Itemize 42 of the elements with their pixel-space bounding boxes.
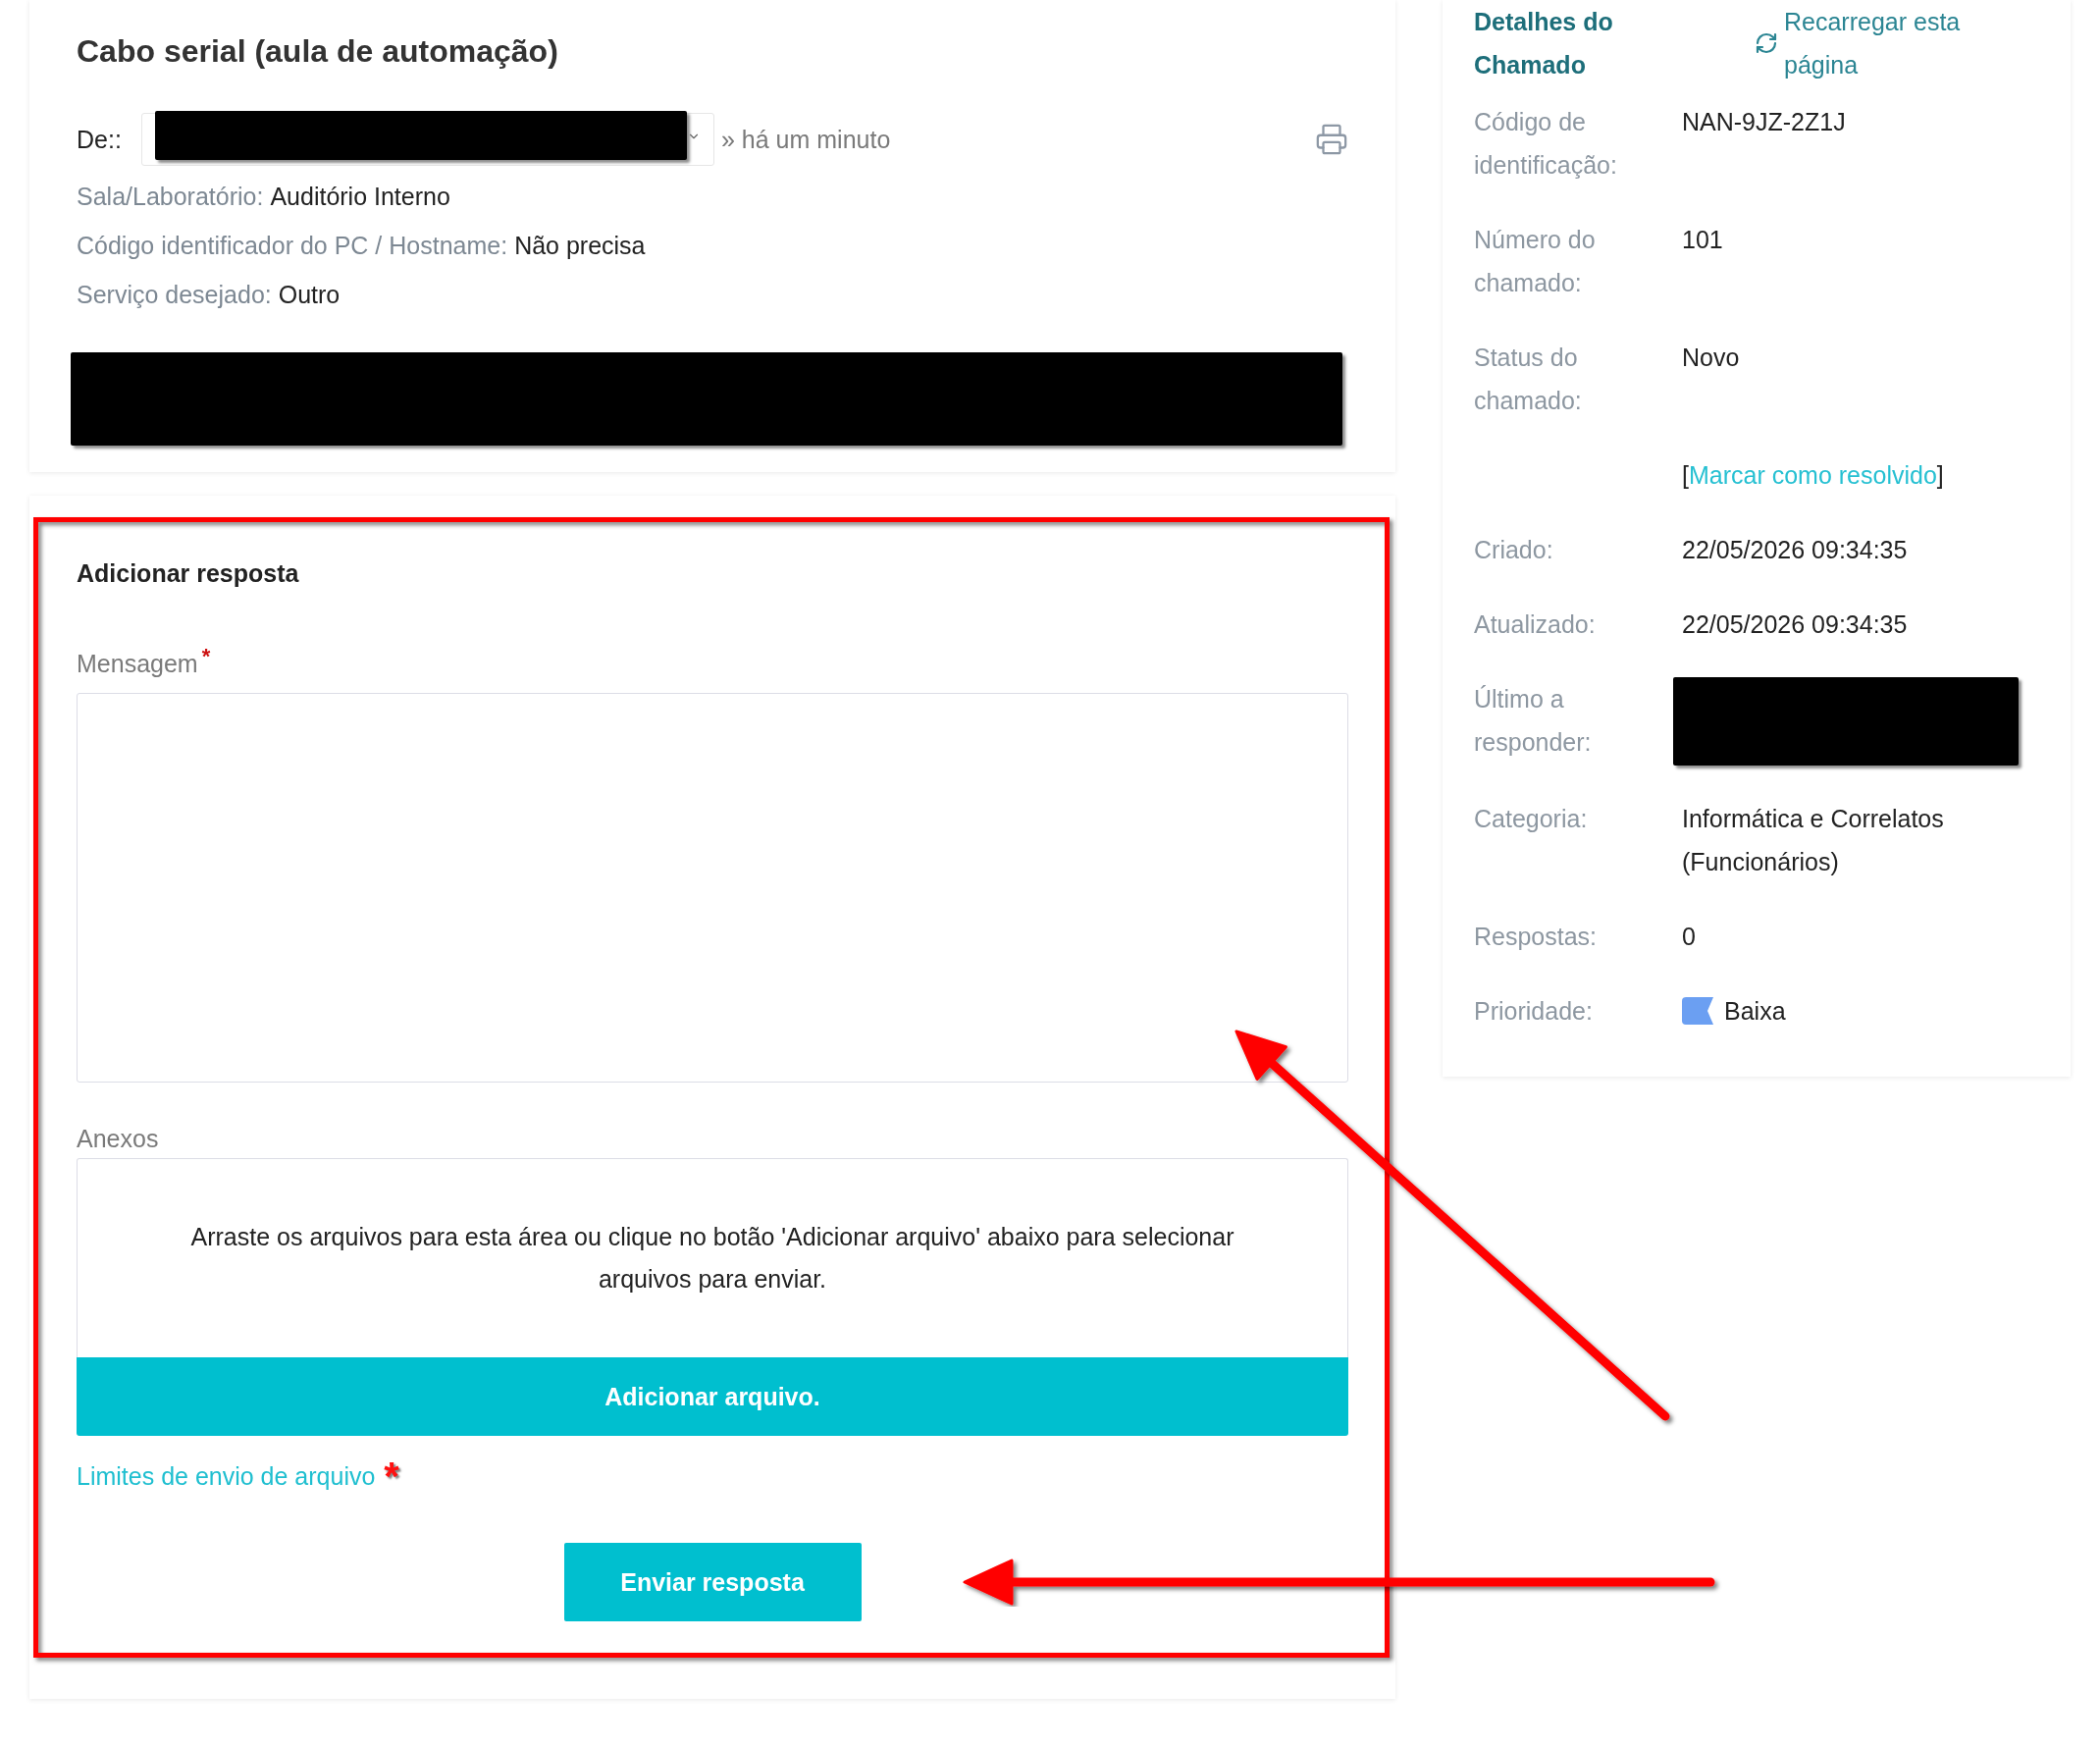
field-value: Auditório Interno: [270, 182, 450, 212]
detail-value: 22/05/2026 09:34:35: [1682, 535, 1909, 565]
from-label: De::: [77, 125, 123, 154]
time-text: » há um minuto: [721, 125, 891, 154]
detail-label: Respostas:: [1474, 922, 1599, 952]
detail-value: 101: [1682, 225, 1724, 255]
field-label: Mensagem: [77, 649, 198, 679]
detail-label: Status do chamado:: [1474, 343, 1583, 416]
field-value: Outro: [278, 280, 341, 310]
detail-value: 22/05/2026 09:34:35: [1682, 609, 1909, 640]
detail-value: NAN-9JZ-2Z1J: [1682, 107, 1847, 137]
refresh-icon: [1755, 31, 1778, 55]
submit-button[interactable]: Enviar resposta: [563, 1543, 862, 1621]
detail-label: Prioridade:: [1474, 996, 1594, 1027]
print-icon[interactable]: [1315, 123, 1348, 156]
message-field[interactable]: [77, 693, 1348, 1083]
detail-label: Categoria:: [1474, 804, 1589, 834]
resolve-link[interactable]: [Marcar como resolvido]: [1682, 453, 1944, 497]
requester-select[interactable]: [141, 113, 714, 166]
detail-label: Código de identificação:: [1474, 107, 1618, 181]
detail-value: Informática e Correlatos (Funcionários): [1682, 804, 1945, 877]
ticket-title: Cabo serial (aula de automação): [77, 32, 559, 71]
field-label: Anexos: [77, 1124, 159, 1154]
required-mark: *: [201, 646, 211, 667]
reload-link[interactable]: Recarregar esta página: [1755, 0, 1980, 86]
detail-value: 0: [1682, 922, 1697, 952]
detail-label: Número do chamado:: [1474, 225, 1597, 298]
detail-label: Criado:: [1474, 535, 1554, 565]
field-label: Serviço desejado:: [77, 280, 272, 310]
detail-label: Atualizado:: [1474, 609, 1597, 640]
field-label: Sala/Laboratório:: [77, 182, 264, 212]
detail-value: Novo: [1682, 343, 1741, 373]
form-title: Adicionar resposta: [77, 558, 300, 589]
panel-title: Detalhes do Chamado: [1474, 7, 1614, 80]
limits-link[interactable]: Limites de envio de arquivo: [77, 1458, 376, 1494]
field-value: Não precisa: [514, 231, 646, 261]
drop-zone-text: Arraste os arquivos para esta área ou clique no botão 'Adicionar arquivo' abaixo para selecionar arquivos para enviar.: [189, 1222, 1235, 1295]
asterisk-mark: *: [384, 1458, 399, 1494]
field-label: Código identificador do PC / Hostname:: [77, 231, 508, 261]
detail-value: Baixa: [1724, 996, 1786, 1027]
detail-label: Último a responder:: [1474, 684, 1593, 758]
add-file-button[interactable]: Adicionar arquivo.: [77, 1357, 1348, 1436]
